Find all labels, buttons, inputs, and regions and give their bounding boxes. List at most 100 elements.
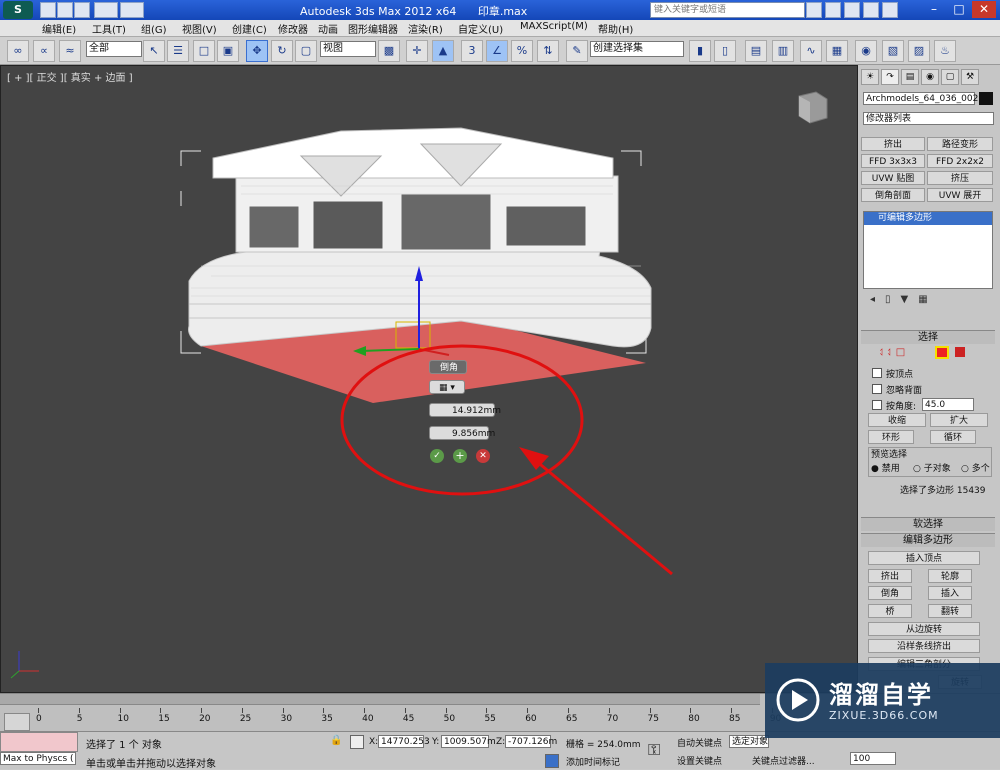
bevel-profile-button[interactable]: 倒角剖面 <box>861 188 925 202</box>
y-coord-field[interactable]: 1009.507m <box>441 735 496 748</box>
angle-value-field[interactable]: 45.0 <box>922 398 974 411</box>
ribbon-icon[interactable]: ▥ <box>772 40 794 62</box>
menu-group[interactable]: 组(G) <box>141 21 167 36</box>
selection-rollout[interactable]: 选择 <box>861 330 995 344</box>
add-time-tag[interactable]: 添加时间标记 <box>566 755 620 768</box>
preview-multi-radio[interactable]: ○ 多个 <box>961 461 990 474</box>
render-setup-icon[interactable]: ▧ <box>882 40 904 62</box>
mirror-icon[interactable]: ▮ <box>689 40 711 62</box>
cancel-x-icon[interactable]: ✕ <box>476 449 490 463</box>
insert-vertex-button[interactable]: 插入顶点 <box>868 551 980 565</box>
menu-edit[interactable]: 编辑(E) <box>42 21 76 36</box>
loop-button[interactable]: 循环 <box>930 430 976 444</box>
menu-graph-editors[interactable]: 图形编辑器 <box>348 21 398 36</box>
link-icon[interactable]: ∞ <box>7 40 29 62</box>
rectangular-selection-icon[interactable]: □ <box>193 40 215 62</box>
ignore-backfacing-checkbox[interactable]: 忽略背面 <box>872 383 922 396</box>
subobject-icons[interactable]: ⥑ ⥑ □ <box>880 347 905 358</box>
communication-icon[interactable] <box>844 2 860 18</box>
extrude-modifier-button[interactable]: 挤出 <box>861 137 925 151</box>
edit-polygons-rollout[interactable]: 编辑多边形 <box>861 533 995 547</box>
outline-button[interactable]: 轮廓 <box>928 569 972 583</box>
x-coord-field[interactable]: 14770.253 <box>378 735 430 748</box>
save-file-icon[interactable] <box>74 2 90 18</box>
perspective-viewport[interactable]: [ + ][ 正交 ][ 真实 + 边面 ] 倒角 ▦ ▾ 14.912mm 9… <box>0 65 858 693</box>
uvw-map-button[interactable]: UVW 贴图 <box>861 171 925 185</box>
squeeze-button[interactable]: 挤压 <box>927 171 993 185</box>
set-key-button[interactable]: 设置关键点 <box>677 754 722 767</box>
path-deform-button[interactable]: 路径变形 <box>927 137 993 151</box>
auto-key-filter-dropdown[interactable]: 选定对象 <box>729 735 769 748</box>
grow-button[interactable]: 扩大 <box>930 413 988 427</box>
apply-plus-icon[interactable]: + <box>453 449 467 463</box>
ok-check-icon[interactable]: ✓ <box>430 449 444 463</box>
element-mode-icon[interactable] <box>955 347 965 357</box>
auto-key-button[interactable]: 自动关键点 <box>677 736 722 749</box>
edit-named-selection-icon[interactable]: ✎ <box>566 40 588 62</box>
maximize-icon[interactable]: □ <box>947 1 971 18</box>
modify-tab-icon[interactable]: ↷ <box>881 69 899 85</box>
select-manipulate-icon[interactable]: ✛ <box>406 40 428 62</box>
curve-editor-icon[interactable]: ∿ <box>800 40 822 62</box>
time-slider[interactable] <box>0 694 760 705</box>
inset-button[interactable]: 插入 <box>928 586 972 600</box>
bevel-height-field[interactable]: 14.912mm <box>429 403 501 417</box>
object-color-swatch[interactable] <box>979 92 993 105</box>
modifier-stack[interactable]: 可编辑多边形 <box>863 211 993 289</box>
z-coord-field[interactable]: -707.126m <box>505 735 557 748</box>
modifier-list-dropdown[interactable]: 修改器列表 <box>863 112 994 125</box>
maxscript-listener[interactable] <box>0 732 78 752</box>
key-filters-button[interactable]: 关键点过滤器... <box>752 754 815 767</box>
maxscript-line[interactable]: Max to Physcs ( <box>0 752 76 765</box>
app-logo-icon[interactable]: S <box>3 1 33 19</box>
scale-icon[interactable]: ▢ <box>295 40 317 62</box>
align-icon[interactable]: ▯ <box>714 40 736 62</box>
soft-selection-rollout[interactable]: 软选择 <box>861 517 995 531</box>
snaps-toggle-icon[interactable]: 3 <box>461 40 483 62</box>
angle-snap-icon[interactable]: ∠ <box>486 40 508 62</box>
create-tab-icon[interactable]: ☀ <box>861 69 879 85</box>
bridge-button[interactable]: 桥 <box>868 604 912 618</box>
select-object-icon[interactable]: ↖ <box>143 40 165 62</box>
object-name-field[interactable]: Archmodels_64_036_002 <box>863 92 978 105</box>
percent-snap-icon[interactable]: % <box>511 40 533 62</box>
menu-tools[interactable]: 工具(T) <box>92 21 126 36</box>
material-editor-icon[interactable]: ◉ <box>855 40 877 62</box>
minimize-icon[interactable]: – <box>922 1 946 18</box>
move-icon[interactable]: ✥ <box>246 40 268 62</box>
new-file-icon[interactable] <box>40 2 56 18</box>
menu-customize[interactable]: 自定义(U) <box>458 21 503 36</box>
bind-space-warp-icon[interactable]: ≈ <box>59 40 81 62</box>
extrude-along-spline-button[interactable]: 沿样条线挤出 <box>868 639 980 653</box>
ffd333-button[interactable]: FFD 3x3x3 <box>861 154 925 168</box>
spinner-snap-icon[interactable]: ⇅ <box>537 40 559 62</box>
menu-maxscript[interactable]: MAXScript(M) <box>520 21 588 32</box>
by-angle-checkbox[interactable]: 按角度: <box>872 399 916 412</box>
polygon-mode-icon[interactable] <box>935 346 949 359</box>
redo-icon[interactable] <box>120 2 144 18</box>
hierarchy-tab-icon[interactable]: ▤ <box>901 69 919 85</box>
current-frame-field[interactable]: 100 <box>850 752 896 765</box>
search-input[interactable]: 键入关键字或短语 <box>650 2 805 18</box>
binoculars-icon[interactable] <box>806 2 822 18</box>
set-key-icon[interactable]: ⚿ <box>648 740 660 760</box>
extrude-button[interactable]: 挤出 <box>868 569 912 583</box>
close-icon[interactable]: ✕ <box>972 1 996 18</box>
lock-icon[interactable]: 🔒 <box>330 735 342 746</box>
window-crossing-icon[interactable]: ▣ <box>217 40 239 62</box>
menu-animation[interactable]: 动画 <box>318 21 338 36</box>
favorites-icon[interactable] <box>863 2 879 18</box>
stack-controls-icon[interactable]: ◂▯▼▦ <box>870 294 938 305</box>
bevel-caddy-title[interactable]: 倒角 <box>429 360 467 374</box>
preview-disabled-radio[interactable]: ● 禁用 <box>871 461 900 474</box>
undo-icon[interactable] <box>94 2 118 18</box>
menu-help[interactable]: 帮助(H) <box>598 21 633 36</box>
render-teapot-icon[interactable]: ♨ <box>934 40 956 62</box>
stack-item-editable-poly[interactable]: 可编辑多边形 <box>864 212 992 225</box>
bevel-type-dropdown[interactable]: ▦ ▾ <box>429 380 465 394</box>
pivot-center-icon[interactable]: ▩ <box>378 40 400 62</box>
select-by-name-icon[interactable]: ☰ <box>167 40 189 62</box>
hinge-from-edge-button[interactable]: 从边旋转 <box>868 622 980 636</box>
rotate-icon[interactable]: ↻ <box>271 40 293 62</box>
bevel-button[interactable]: 倒角 <box>868 586 912 600</box>
